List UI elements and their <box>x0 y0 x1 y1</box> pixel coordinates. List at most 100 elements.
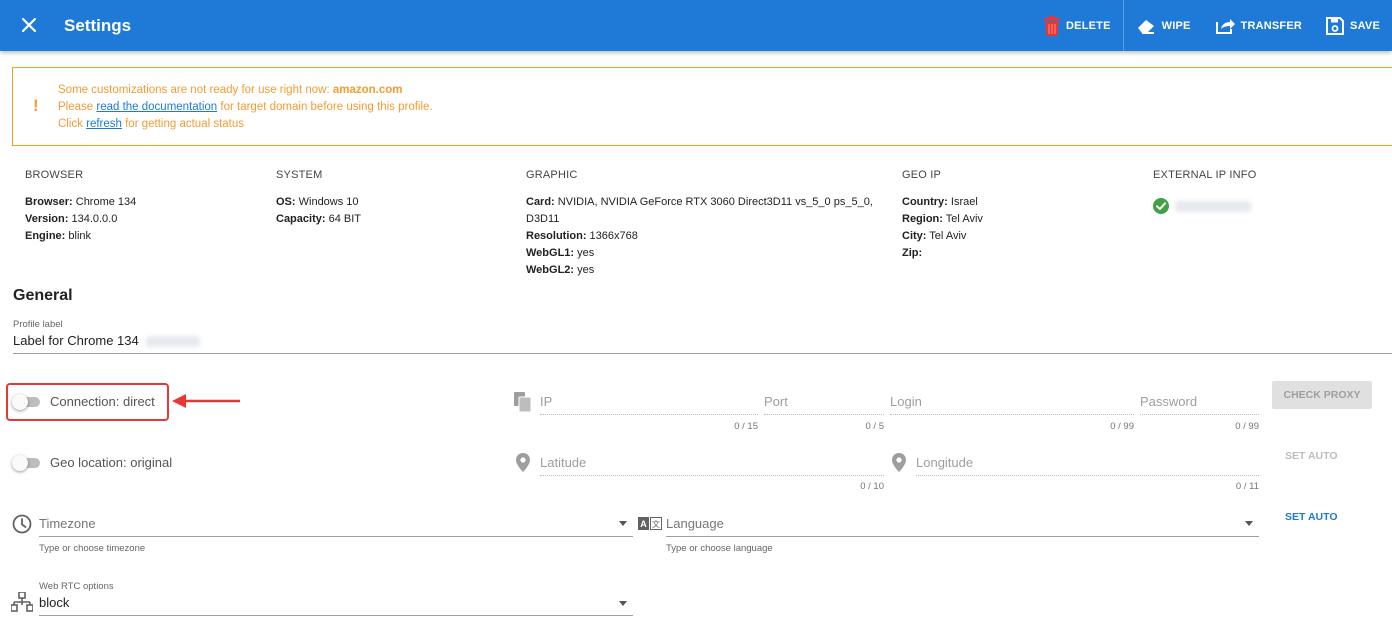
ip-input[interactable]: IP <box>540 394 552 409</box>
language-underline <box>666 536 1259 537</box>
save-button[interactable]: SAVE <box>1314 0 1392 51</box>
documentation-link[interactable]: read the documentation <box>96 101 217 113</box>
delete-label: DELETE <box>1066 19 1111 32</box>
login-underline <box>890 414 1134 415</box>
engine-label: Engine: <box>25 230 66 242</box>
floppy-disk-icon <box>1326 16 1345 35</box>
version-label: Version: <box>25 213 69 225</box>
share-icon <box>1215 18 1235 34</box>
page-title: Settings <box>64 16 132 35</box>
ip-counter: 0 / 15 <box>734 421 758 432</box>
profile-label-value: Label for Chrome 134 <box>13 333 139 348</box>
blurred-profile-suffix <box>146 336 201 348</box>
clock-icon <box>12 514 32 534</box>
browser-value: Chrome 134 <box>72 196 137 208</box>
os-value: Windows 10 <box>295 196 359 208</box>
webrtc-underline <box>39 615 633 616</box>
password-input[interactable]: Password <box>1140 394 1197 409</box>
longitude-underline <box>916 475 1259 476</box>
language-dropdown-icon[interactable] <box>1245 521 1253 526</box>
graphic-info: GRAPHIC Card: NVIDIA, NVIDIA GeForce RTX… <box>526 167 873 279</box>
engine-value: blink <box>65 230 92 242</box>
check-circle-icon <box>1153 198 1169 214</box>
system-info: SYSTEM OS: Windows 10 Capacity: 64 BIT <box>276 167 361 228</box>
wipe-button[interactable]: WIPE <box>1124 0 1203 51</box>
country-value: Israel <box>947 196 978 208</box>
close-button[interactable] <box>16 12 42 38</box>
wipe-label: WIPE <box>1161 19 1191 32</box>
warning-line-2-suffix: for target domain before using this prof… <box>217 101 433 113</box>
timezone-hint: Type or choose timezone <box>39 543 146 554</box>
check-proxy-button[interactable]: CHECK PROXY <box>1272 381 1372 409</box>
exclamation-icon: ! <box>33 96 39 115</box>
region-label: Region: <box>902 213 943 225</box>
translate-icon: A 文 <box>638 517 662 530</box>
map-pin-icon-2 <box>892 453 906 472</box>
trash-icon <box>1044 15 1061 36</box>
timezone-underline <box>39 536 633 537</box>
city-label: City: <box>902 230 927 242</box>
transfer-button[interactable]: TRANSFER <box>1203 0 1315 51</box>
language-input[interactable]: Language <box>666 516 724 531</box>
timezone-dropdown-icon[interactable] <box>619 521 627 526</box>
language-hint: Type or choose language <box>666 543 773 554</box>
warning-line-1: Some customizations are not ready for us… <box>58 84 333 96</box>
external-ip-header: EXTERNAL IP INFO <box>1153 169 1257 181</box>
red-arrow-annotation <box>172 394 240 408</box>
warning-banner: ! Some customizations are not ready for … <box>12 67 1392 146</box>
webgl1-value: yes <box>574 247 595 259</box>
graphic-header: GRAPHIC <box>526 169 578 181</box>
transfer-label: TRANSFER <box>1240 19 1303 32</box>
geo-location-label: Geo location: original <box>50 455 173 470</box>
webrtc-dropdown-icon[interactable] <box>619 601 627 606</box>
delete-button[interactable]: DELETE <box>1032 0 1124 51</box>
latitude-underline <box>540 475 884 476</box>
capacity-label: Capacity: <box>276 213 326 225</box>
latitude-input[interactable]: Latitude <box>540 455 586 470</box>
geoip-info: GEO IP Country: Israel Region: Tel Aviv … <box>902 167 983 262</box>
general-title: General <box>13 287 73 304</box>
profile-label-caption: Profile label <box>13 319 63 330</box>
password-counter: 0 / 99 <box>1235 421 1259 432</box>
region-value: Tel Aviv <box>942 213 983 225</box>
close-icon <box>22 18 36 32</box>
timezone-input[interactable]: Timezone <box>39 516 96 531</box>
ip-underline <box>540 414 758 415</box>
clipboard-icon <box>514 392 532 412</box>
latitude-counter: 0 / 10 <box>860 481 884 492</box>
login-input[interactable]: Login <box>890 394 922 409</box>
capacity-value: 64 BIT <box>325 213 361 225</box>
system-header: SYSTEM <box>276 169 323 181</box>
warning-domain: amazon.com <box>332 84 403 96</box>
map-pin-icon <box>516 453 530 472</box>
webrtc-select[interactable]: block <box>39 595 69 610</box>
country-label: Country: <box>902 196 948 208</box>
browser-header: BROWSER <box>25 169 84 181</box>
connection-highlight-box <box>6 383 169 421</box>
password-underline <box>1140 414 1259 415</box>
profile-label-input[interactable]: Label for Chrome 134 <box>13 333 201 348</box>
svg-text:文: 文 <box>652 519 660 529</box>
port-counter: 0 / 5 <box>865 421 885 432</box>
longitude-input[interactable]: Longitude <box>916 455 973 470</box>
profile-label-underline <box>13 353 1392 354</box>
card-value: NVIDIA, NVIDIA GeForce RTX 3060 Direct3D… <box>554 196 873 208</box>
warning-line-2-prefix: Please <box>58 101 97 113</box>
warning-line-3-suffix: for getting actual status <box>121 118 245 130</box>
geo-location-toggle[interactable] <box>12 455 42 471</box>
webgl2-label: WebGL2: <box>526 264 575 276</box>
toolbar-actions: DELETE WIPE TRANSFER SAVE <box>1032 0 1392 51</box>
login-counter: 0 / 99 <box>1110 421 1134 432</box>
webgl1-label: WebGL1: <box>526 247 575 259</box>
resolution-value: 1366x768 <box>586 230 638 242</box>
save-label: SAVE <box>1350 19 1380 32</box>
longitude-counter: 0 / 11 <box>1235 481 1259 492</box>
card-value-2: D3D11 <box>526 213 560 225</box>
geoip-header: GEO IP <box>902 169 942 181</box>
refresh-link[interactable]: refresh <box>86 118 122 130</box>
port-input[interactable]: Port <box>764 394 788 409</box>
blurred-ip <box>1175 200 1251 212</box>
geo-set-auto-button[interactable]: SET AUTO <box>1285 450 1338 462</box>
language-set-auto-button[interactable]: SET AUTO <box>1285 511 1338 523</box>
webrtc-caption: Web RTC options <box>39 581 114 592</box>
